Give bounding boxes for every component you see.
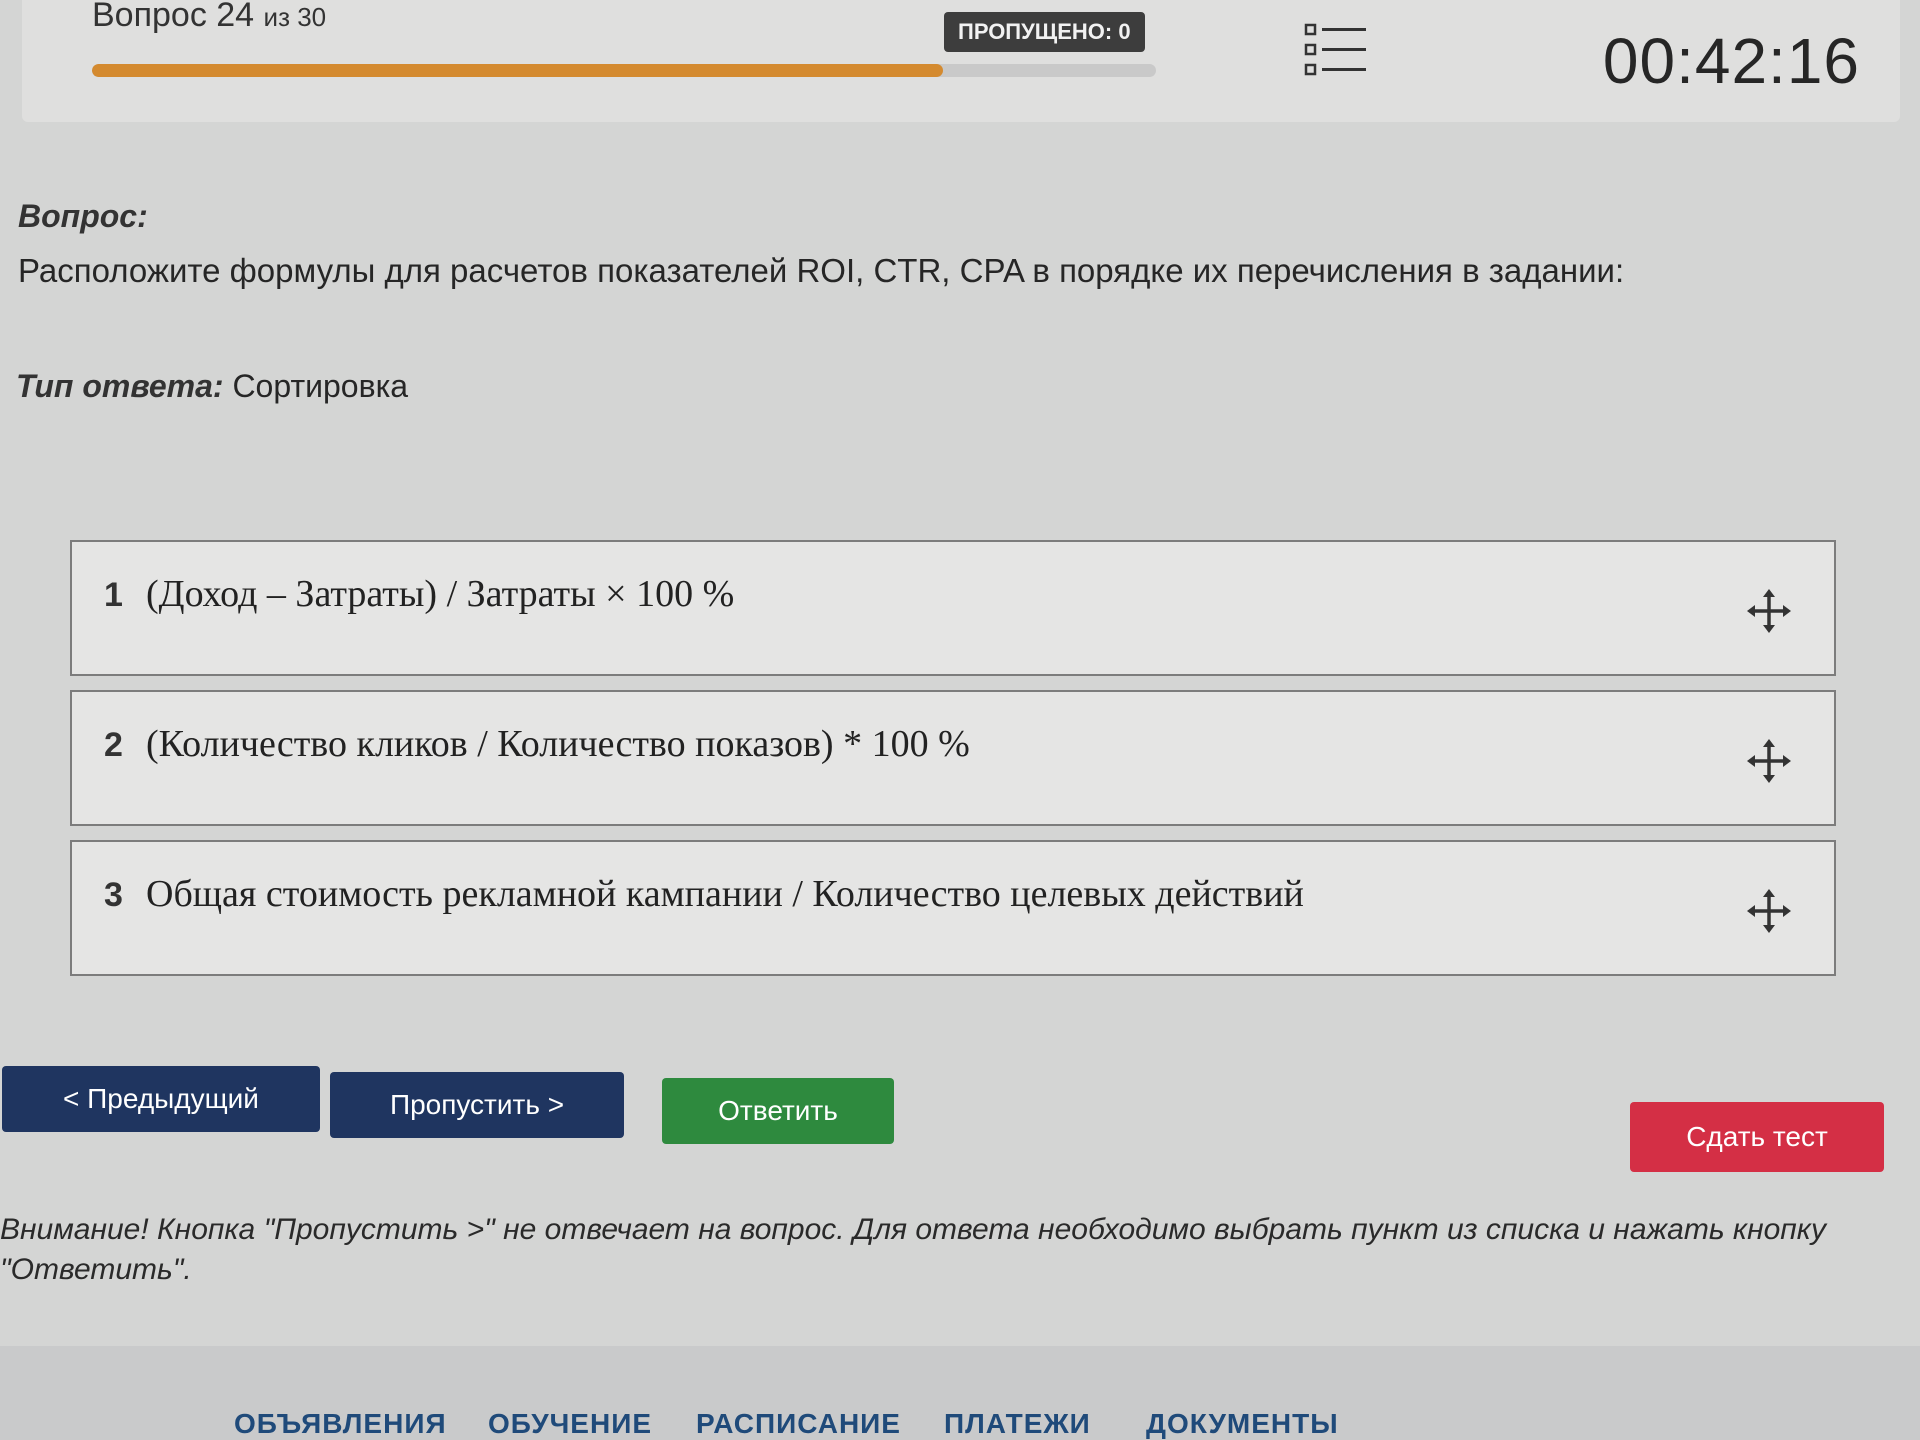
progress-bar-fill [92, 64, 944, 77]
answer-type: Тип ответа: Сортировка [16, 368, 408, 405]
sortable-item[interactable]: 3 Общая стоимость рекламной кампании / К… [70, 840, 1836, 976]
submit-test-button[interactable]: Сдать тест [1630, 1102, 1884, 1172]
question-label: Вопрос: [18, 198, 148, 234]
test-header: Вопрос 24 из 30 ПРОПУЩЕНО: 0 00:42:16 [22, 0, 1900, 122]
move-icon[interactable] [1746, 888, 1792, 934]
skip-warning-text: Внимание! Кнопка "Пропустить >" не отвеч… [0, 1213, 1826, 1286]
question-counter-main: Вопрос 24 [92, 0, 255, 34]
sortable-answer-list: 1 (Доход – Затраты) / Затраты × 100 % 2 … [70, 540, 1836, 990]
item-number: 1 [104, 576, 123, 614]
nav-link-learning[interactable]: ОБУЧЕНИЕ [488, 1408, 652, 1440]
progress-bar [92, 64, 1156, 77]
item-formula: (Количество кликов / Количество показов)… [146, 723, 970, 765]
answer-type-value: Сортировка [232, 368, 409, 404]
sortable-item[interactable]: 1 (Доход – Затраты) / Затраты × 100 % [70, 540, 1836, 676]
item-formula: (Доход – Затраты) / Затраты × 100 % [146, 573, 735, 615]
skip-button[interactable]: Пропустить > [330, 1072, 624, 1138]
nav-link-payments[interactable]: ПЛАТЕЖИ [944, 1408, 1091, 1440]
nav-link-documents[interactable]: ДОКУМЕНТЫ [1146, 1408, 1339, 1440]
question-counter-total: из 30 [263, 2, 327, 32]
nav-link-announcements[interactable]: ОБЪЯВЛЕНИЯ [234, 1408, 447, 1440]
move-icon[interactable] [1746, 588, 1792, 634]
test-page: Вопрос 24 из 30 ПРОПУЩЕНО: 0 00:42:16 Во… [0, 0, 1920, 1440]
item-formula: Общая стоимость рекламной кампании / Кол… [146, 873, 1304, 915]
move-icon[interactable] [1746, 738, 1792, 784]
question-counter: Вопрос 24 из 30 [92, 0, 326, 35]
item-number: 3 [104, 876, 123, 914]
question-text: Расположите формулы для расчетов показат… [18, 252, 1625, 289]
nav-link-schedule[interactable]: РАСПИСАНИЕ [696, 1408, 901, 1440]
list-icon[interactable] [1304, 22, 1368, 78]
sortable-item[interactable]: 2 (Количество кликов / Количество показо… [70, 690, 1836, 826]
item-number: 2 [104, 726, 123, 764]
skipped-counter-badge: ПРОПУЩЕНО: 0 [944, 12, 1145, 52]
answer-button[interactable]: Ответить [662, 1078, 894, 1144]
bottom-navigation: ОБЪЯВЛЕНИЯ ОБУЧЕНИЕ РАСПИСАНИЕ ПЛАТЕЖИ Д… [0, 1346, 1920, 1440]
previous-button[interactable]: < Предыдущий [2, 1066, 320, 1132]
answer-type-label: Тип ответа: [16, 368, 224, 404]
countdown-timer: 00:42:16 [1602, 25, 1860, 97]
